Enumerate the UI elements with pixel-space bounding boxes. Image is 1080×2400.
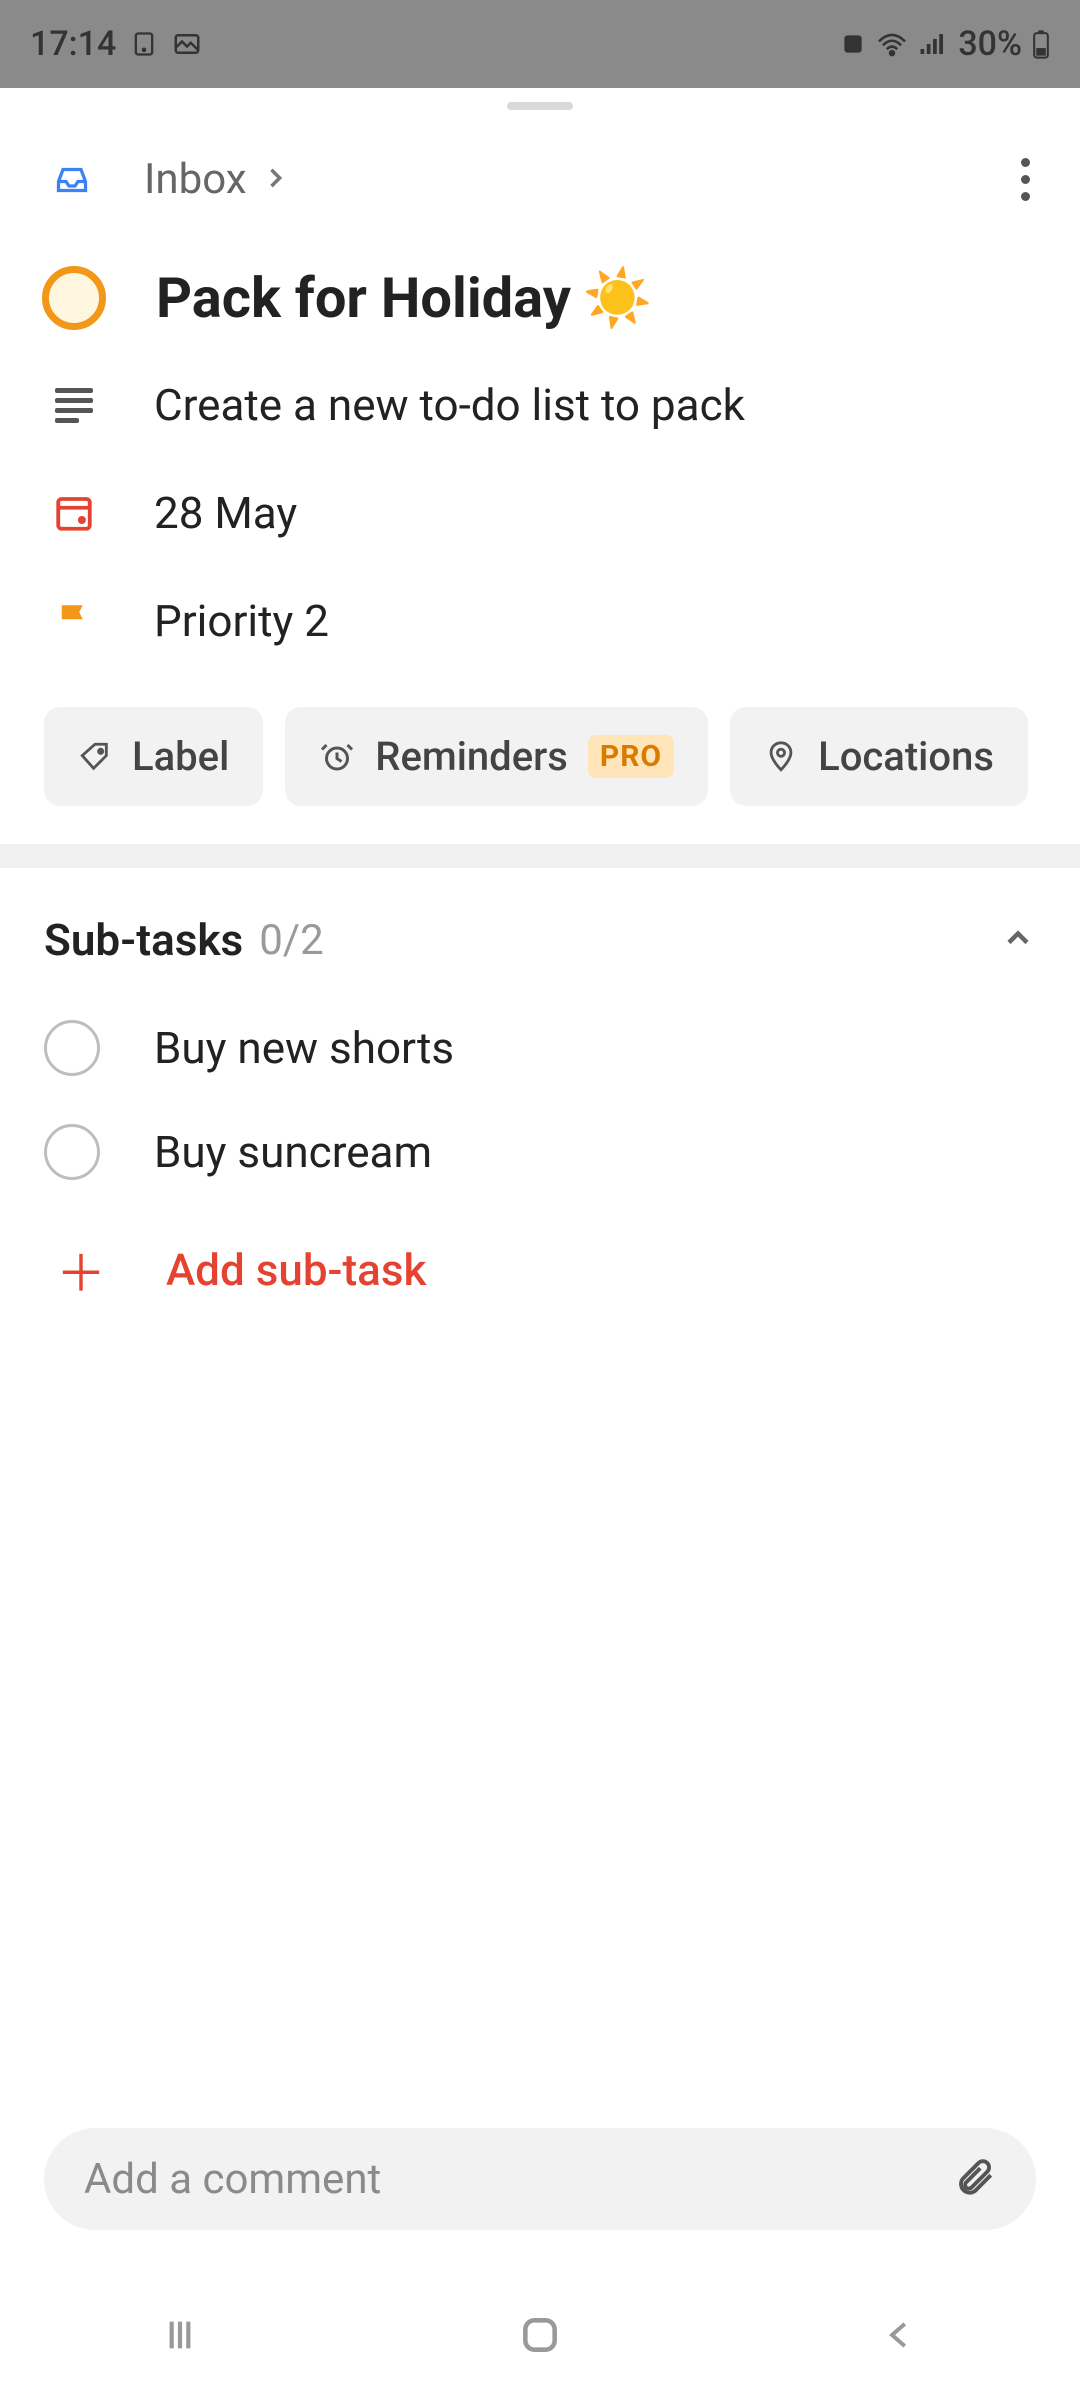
subtasks-header[interactable]: Sub-tasks 0/2 [0, 868, 1080, 996]
chip-row: Label Reminders PRO Locations [0, 675, 1080, 844]
priority-text: Priority 2 [154, 595, 329, 647]
priority-row[interactable]: Priority 2 [0, 567, 1080, 675]
inbox-icon[interactable] [52, 160, 92, 200]
add-subtask-button[interactable]: ＋ Add sub-task [0, 1204, 1080, 1336]
description-text: Create a new to-do list to pack [154, 379, 745, 431]
status-bar: 17:14 30% [0, 0, 1080, 88]
music-icon [130, 30, 158, 58]
subtask-checkbox[interactable] [44, 1020, 100, 1076]
drag-handle[interactable] [507, 102, 573, 110]
battery-percent: 30% [958, 24, 1022, 64]
subtask-item[interactable]: Buy new shorts [0, 996, 1080, 1100]
calendar-icon [52, 491, 96, 535]
subtask-title: Buy suncream [154, 1126, 432, 1178]
date-row[interactable]: 28 May [0, 459, 1080, 567]
plus-icon: ＋ [56, 1234, 106, 1306]
battery-icon [1032, 29, 1050, 59]
task-title[interactable]: Pack for Holiday ☀️ [156, 265, 653, 331]
breadcrumb-label[interactable]: Inbox [144, 155, 247, 204]
add-subtask-label: Add sub-task [166, 1244, 426, 1296]
subtasks-title: Sub-tasks [44, 914, 243, 966]
comment-input[interactable]: Add a comment [44, 2128, 1036, 2230]
description-row[interactable]: Create a new to-do list to pack [0, 351, 1080, 459]
paperclip-icon[interactable] [954, 2156, 996, 2202]
description-icon [52, 383, 96, 427]
task-detail-sheet: Inbox Pack for Holiday ☀️ Create a new t… [0, 102, 1080, 844]
sun-emoji: ☀️ [583, 265, 653, 331]
locations-chip[interactable]: Locations [730, 707, 1028, 806]
subtask-title: Buy new shorts [154, 1022, 454, 1074]
section-divider [0, 844, 1080, 868]
pro-badge: PRO [588, 735, 674, 778]
task-title-row: Pack for Holiday ☀️ [0, 221, 1080, 351]
back-button[interactable] [860, 2295, 940, 2375]
recents-button[interactable] [140, 2295, 220, 2375]
do-not-disturb-icon [840, 31, 866, 57]
date-text: 28 May [154, 487, 297, 539]
subtask-checkbox[interactable] [44, 1124, 100, 1180]
subtask-item[interactable]: Buy suncream [0, 1100, 1080, 1204]
android-nav-bar [0, 2270, 1080, 2400]
wifi-icon [876, 31, 908, 57]
image-icon [172, 29, 202, 59]
home-button[interactable] [500, 2295, 580, 2375]
label-chip[interactable]: Label [44, 707, 263, 806]
flag-icon [52, 599, 96, 643]
breadcrumb-row: Inbox [0, 138, 1080, 221]
chevron-right-icon [261, 164, 289, 196]
chevron-up-icon[interactable] [1000, 920, 1036, 960]
subtasks-count: 0/2 [259, 916, 324, 965]
reminders-chip[interactable]: Reminders PRO [285, 707, 708, 806]
signal-icon [918, 31, 948, 57]
more-options-button[interactable] [1011, 148, 1040, 211]
complete-checkbox[interactable] [42, 266, 106, 330]
status-time: 17:14 [30, 24, 116, 64]
comment-placeholder: Add a comment [84, 2155, 381, 2204]
